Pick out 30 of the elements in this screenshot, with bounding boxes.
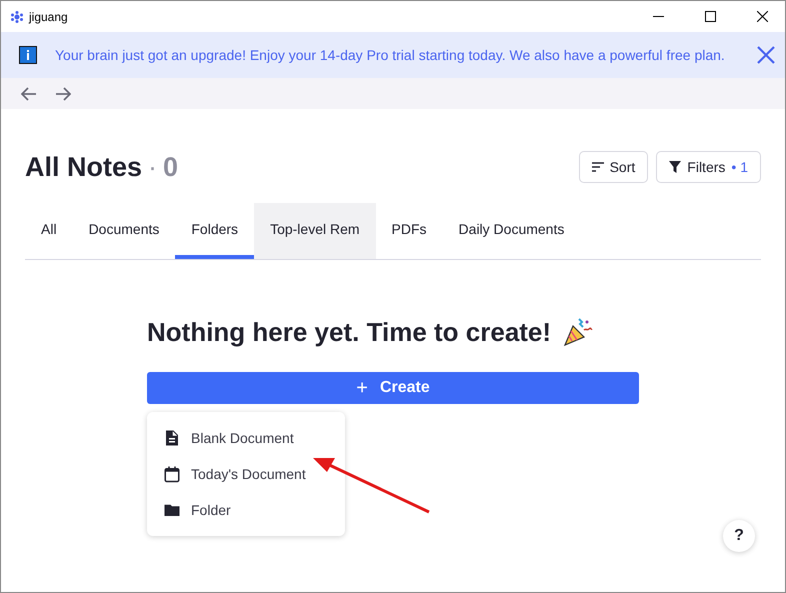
sort-button[interactable]: Sort — [578, 151, 648, 183]
create-button[interactable]: + Create — [147, 372, 639, 404]
calendar-icon — [163, 465, 181, 483]
back-arrow-icon[interactable] — [21, 86, 37, 100]
empty-state-heading: Nothing here yet. Time to create! — [147, 316, 552, 348]
app-logo-icon — [11, 10, 23, 22]
minimize-icon[interactable] — [652, 16, 664, 17]
tab[interactable]: Top-level Rem — [254, 203, 376, 259]
filters-button[interactable]: Filters • 1 — [656, 151, 761, 183]
maximize-icon[interactable] — [704, 11, 716, 22]
tab[interactable]: PDFs — [376, 203, 443, 259]
filter-icon — [669, 161, 682, 173]
title-separator: · — [148, 152, 158, 182]
menu-item[interactable]: Folder — [147, 492, 345, 528]
page-title: All Notes — [25, 152, 142, 182]
document-icon — [163, 429, 181, 447]
help-button[interactable]: ? — [723, 520, 755, 552]
sort-icon — [592, 162, 604, 172]
window-title: jiguang — [29, 10, 68, 24]
info-icon — [19, 46, 37, 64]
menu-item[interactable]: Blank Document — [147, 420, 345, 456]
tab[interactable]: All — [25, 203, 73, 259]
party-popper-icon — [561, 316, 594, 348]
menu-item[interactable]: Today's Document — [147, 456, 345, 492]
tab[interactable]: Daily Documents — [442, 203, 580, 259]
notes-count: 0 — [163, 152, 178, 182]
close-icon[interactable] — [756, 11, 768, 22]
forward-arrow-icon[interactable] — [55, 86, 71, 100]
banner-message: Your brain just got an upgrade! Enjoy your 14-day Pro trial starting today. We also have a powerful free plan. — [55, 46, 726, 65]
tab[interactable]: Documents — [72, 203, 176, 259]
